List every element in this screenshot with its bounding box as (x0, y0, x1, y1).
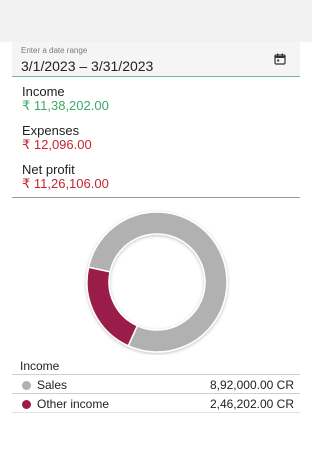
calendar-icon[interactable] (274, 53, 286, 65)
net-profit-summary: Net profit ₹ 11,26,106.00 (22, 163, 109, 191)
other-income-legend-dot (22, 400, 31, 409)
summary-section: Income ₹ 11,38,202.00 Expenses ₹ 12,096.… (22, 85, 109, 202)
income-donut-chart (84, 209, 230, 355)
sales-label: Sales (37, 378, 68, 392)
income-summary: Income ₹ 11,38,202.00 (22, 85, 109, 113)
date-range-label: Enter a date range (21, 46, 88, 55)
sales-legend-dot (22, 381, 31, 390)
date-range-field[interactable]: Enter a date range 3/1/2023 – 3/31/2023 (12, 42, 300, 77)
top-bar (0, 0, 312, 42)
income-value: ₹ 11,38,202.00 (22, 98, 109, 113)
income-table-title: Income (20, 359, 60, 373)
income-row-sales: Sales 8,92,000.00 CR (12, 374, 300, 393)
donut-slice-other-income[interactable] (86, 266, 139, 347)
summary-divider (12, 197, 300, 198)
app-screen: Enter a date range 3/1/2023 – 3/31/2023 … (0, 0, 312, 455)
other-income-value: 2,46,202.00 CR (209, 397, 294, 411)
income-label: Income (22, 84, 65, 99)
expenses-value: ₹ 12,096.00 (22, 137, 92, 152)
expenses-label: Expenses (22, 123, 80, 138)
date-range-value[interactable]: 3/1/2023 – 3/31/2023 (21, 58, 153, 74)
expenses-summary: Expenses ₹ 12,096.00 (22, 124, 109, 152)
net-profit-label: Net profit (22, 162, 75, 177)
income-row-other-income: Other income 2,46,202.00 CR (12, 393, 300, 413)
net-profit-value: ₹ 11,26,106.00 (22, 176, 109, 191)
donut-svg (86, 211, 228, 353)
sales-value: 8,92,000.00 CR (209, 378, 294, 392)
other-income-label: Other income (37, 397, 110, 411)
